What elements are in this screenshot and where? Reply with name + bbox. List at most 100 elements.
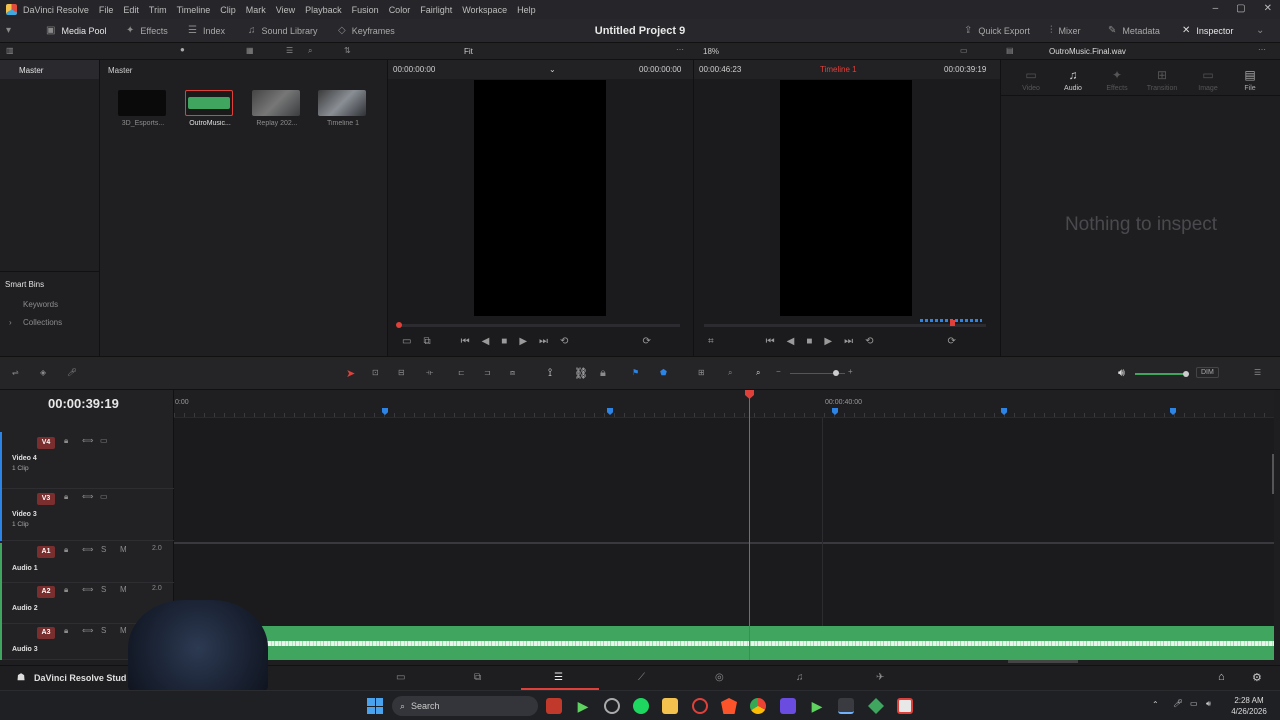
mute-button[interactable]: M [120, 585, 127, 594]
zoom-in-icon[interactable]: + [848, 367, 853, 376]
lock-icon[interactable]: 🔒︎ [64, 492, 68, 502]
app-icon-news[interactable] [546, 698, 562, 714]
app-icon-play-alt[interactable]: ▶ [809, 698, 825, 714]
windows-start-icon[interactable] [367, 698, 383, 714]
source-video-frame[interactable] [474, 80, 606, 316]
volume-slider[interactable] [1135, 371, 1189, 377]
replace-clip-icon[interactable]: ⧈ [510, 368, 515, 378]
tab-transition[interactable]: ⊞ Transition [1142, 68, 1182, 92]
track-video-4[interactable]: V4 🔒︎ ⟺ ▭ Video 4 1 Clip [0, 432, 174, 489]
lock-icon[interactable]: 🔒︎ [600, 367, 606, 380]
zoom-custom-icon[interactable]: ⌕ [756, 368, 760, 378]
track-tag[interactable]: V4 [37, 437, 55, 449]
media-clip[interactable]: Timeline 1 [318, 90, 368, 127]
track-tag[interactable]: V3 [37, 493, 55, 505]
microphone-icon[interactable]: 🎤︎ [67, 368, 77, 377]
inspector-button[interactable]: ✕ Inspector [1182, 19, 1233, 43]
color-page-icon[interactable]: ◎ [715, 672, 724, 683]
menu-trim[interactable]: Trim [149, 5, 167, 15]
minimize-icon[interactable]: – [1213, 3, 1219, 14]
mixer-button[interactable]: ⫶ Mixer [1050, 19, 1081, 43]
zoom-full-icon[interactable]: ⊞ [698, 368, 705, 377]
horizontal-scrollbar[interactable] [1008, 660, 1078, 663]
tab-image[interactable]: ▭ Image [1188, 68, 1228, 92]
timeline-name-dropdown[interactable]: Timeline 1 [820, 65, 857, 74]
scrollbar[interactable] [1272, 454, 1274, 494]
grid-view-icon[interactable]: ▦ [246, 46, 254, 55]
menu-edit[interactable]: Edit [123, 5, 139, 15]
quick-export-button[interactable]: ⇪ Quick Export [964, 19, 1030, 43]
app-icon-diamond[interactable] [868, 698, 884, 714]
microphone-icon[interactable]: 🎤︎ [1173, 699, 1183, 708]
effects-button[interactable]: ✦ Effects [126, 19, 168, 43]
close-icon[interactable]: ✕ [1264, 3, 1272, 14]
playhead-marker[interactable] [396, 322, 402, 328]
deliver-page-icon[interactable]: ✈ [876, 672, 884, 683]
overwrite-clip-icon[interactable]: ⊐ [484, 368, 491, 377]
source-scrubber[interactable] [396, 322, 680, 328]
settings-icon[interactable]: ⚙ [1252, 671, 1262, 684]
track-video-3[interactable]: V3 🔒︎ ⟺ ▭ Video 3 1 Clip [0, 489, 174, 541]
track-audio-1[interactable]: A1 🔒︎ ⟺ S M 2.0 Audio 1 [0, 543, 174, 583]
menu-help[interactable]: Help [517, 5, 536, 15]
more-options-icon[interactable]: ⋯ [676, 45, 684, 54]
media-clip[interactable]: Replay 202... [252, 90, 302, 127]
app-icon-play[interactable]: ▶ [575, 698, 591, 714]
snapping-toggle-icon[interactable]: ⟟ [548, 367, 552, 380]
menu-timeline[interactable]: Timeline [177, 5, 211, 15]
network-icon[interactable]: ▭ [1190, 699, 1198, 708]
trim-tool-icon[interactable]: ⊡ [372, 368, 379, 377]
edit-page-tab[interactable]: ☰ [521, 666, 599, 690]
zoom-out-icon[interactable]: − [776, 367, 781, 376]
maximize-icon[interactable]: ▢ [1236, 3, 1245, 14]
crop-icon[interactable]: ⌗ [708, 336, 714, 347]
playhead[interactable] [745, 390, 754, 660]
menu-mark[interactable]: Mark [246, 5, 266, 15]
app-icon-notes[interactable] [897, 698, 913, 714]
snapping-icon[interactable]: ◈ [40, 368, 46, 377]
solo-button[interactable]: S [101, 626, 106, 635]
track-tag[interactable]: A1 [37, 546, 55, 558]
keyframes-button[interactable]: ◇ Keyframes [338, 19, 395, 43]
loop-icon[interactable]: ⟲ [865, 336, 873, 347]
track-visibility-icon[interactable]: ▭ [100, 492, 108, 501]
chevron-down-icon[interactable]: ⌄ [549, 65, 556, 74]
play-reverse-icon[interactable]: ◀ [482, 336, 490, 347]
volume-icon[interactable]: 🔊︎ [1118, 367, 1125, 380]
solo-button[interactable]: S [101, 585, 106, 594]
timeline-scrubber[interactable] [704, 320, 986, 327]
menu-fairlight[interactable]: Fairlight [420, 5, 452, 15]
media-pool-button[interactable]: ▣ Media Pool [46, 19, 106, 43]
menu-color[interactable]: Color [389, 5, 411, 15]
chevron-right-icon[interactable]: › [9, 318, 12, 327]
stop-icon[interactable]: ■ [806, 336, 812, 347]
timeline-ruler[interactable] [174, 390, 1274, 418]
speaker-icon[interactable]: 🔊︎ [1206, 699, 1211, 709]
flag-icon[interactable]: ⚑ [632, 368, 639, 377]
selection-tool-icon[interactable]: ➤ [346, 367, 355, 380]
skip-forward-icon[interactable]: ⏭ [844, 336, 853, 347]
chevron-up-icon[interactable]: ⌃ [1152, 700, 1159, 709]
bin-master[interactable] [0, 60, 99, 79]
timeline-options-icon[interactable]: ⇌ [12, 368, 19, 377]
track-visibility-icon[interactable]: ▭ [100, 436, 108, 445]
lock-icon[interactable]: 🔒︎ [64, 585, 68, 595]
spotify-icon[interactable] [633, 698, 649, 714]
app-icon-grid[interactable] [780, 698, 796, 714]
tab-file[interactable]: ▤ File [1230, 68, 1270, 92]
menu-playback[interactable]: Playback [305, 5, 342, 15]
clip-options-icon[interactable]: ▭ [402, 336, 411, 347]
auto-select-icon[interactable]: ⟺ [82, 492, 93, 501]
panel-toggle-button[interactable]: ▾ [6, 19, 11, 43]
fullscreen-icon[interactable]: ▭ [960, 46, 968, 55]
loop-icon[interactable]: ⟲ [560, 336, 568, 347]
dim-button[interactable]: DIM [1196, 367, 1219, 378]
lock-icon[interactable]: 🔒︎ [64, 626, 68, 636]
media-clip[interactable]: 3D_Esports... [118, 90, 168, 127]
play-icon[interactable]: ▶ [824, 336, 832, 347]
playhead-marker[interactable] [950, 320, 955, 326]
list-view-icon[interactable]: ☰ [286, 46, 293, 55]
fairlight-page-icon[interactable]: ♫ [796, 672, 804, 683]
home-icon[interactable]: ⌂ [1218, 671, 1225, 683]
collections-item[interactable]: Collections [23, 318, 62, 327]
